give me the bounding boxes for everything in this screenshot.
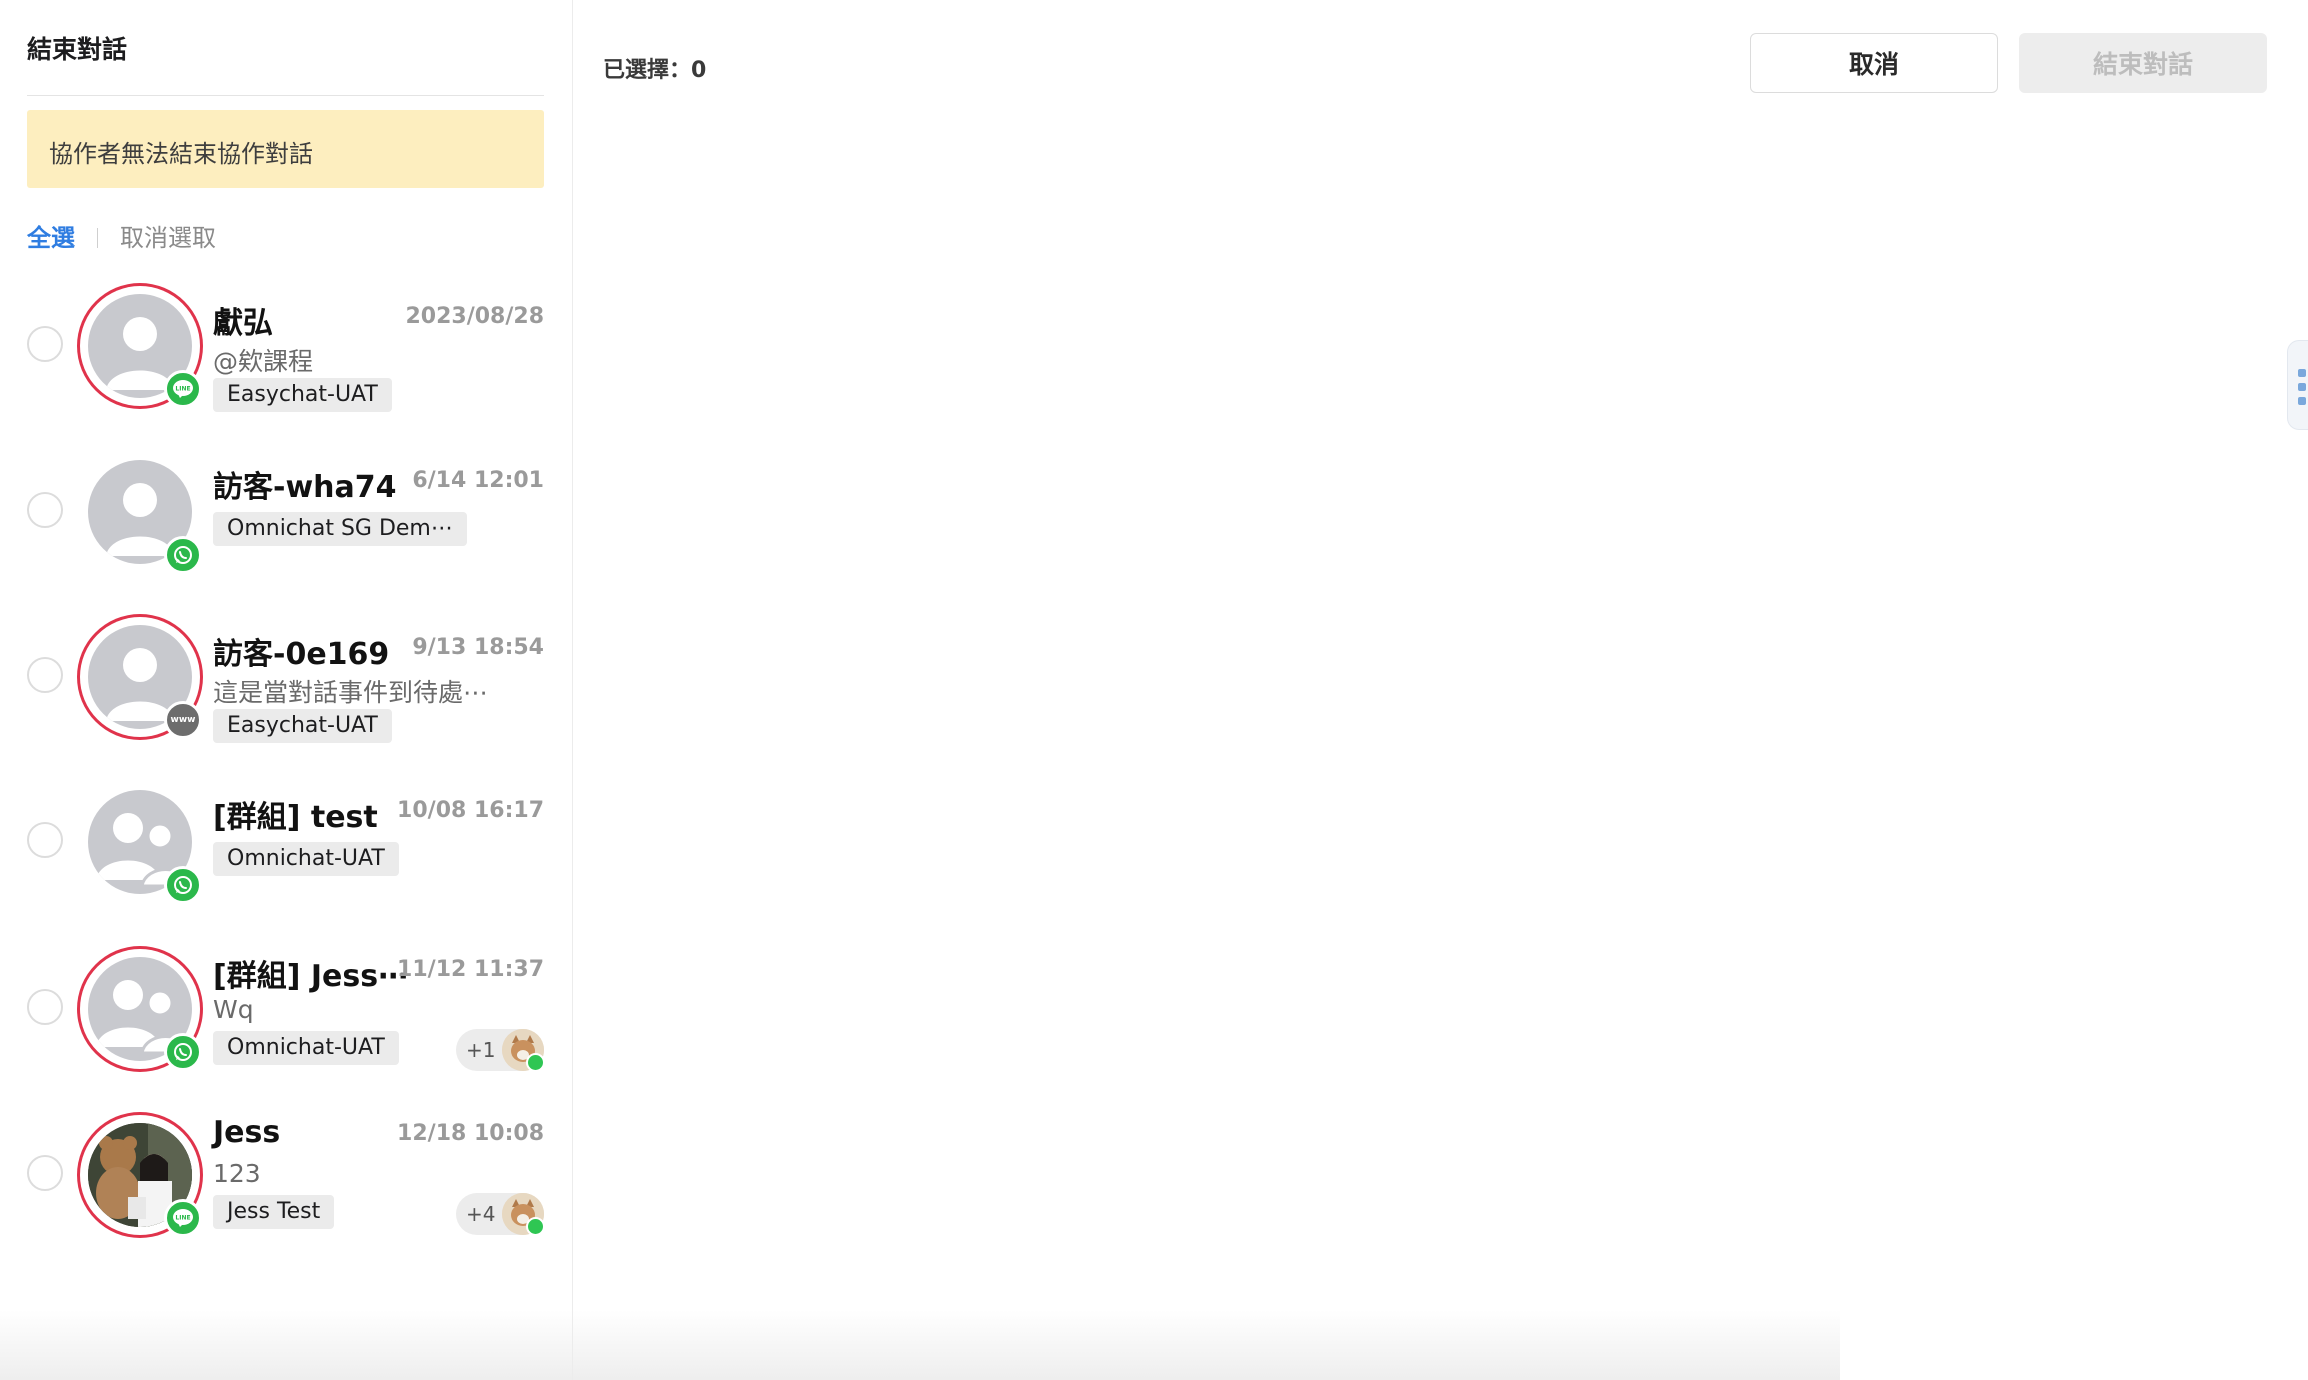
contact-name: 獻弘	[213, 306, 273, 341]
collaborator-count: +1	[466, 1038, 496, 1062]
collaborators-indicator[interactable]: +1	[456, 1029, 545, 1072]
deselect-link[interactable]: 取消選取	[120, 224, 216, 252]
whatsapp-icon	[164, 1033, 202, 1071]
handle-dot	[2298, 383, 2306, 391]
timestamp: 11/12 11:37	[397, 957, 544, 982]
channel-tag: Jess Test	[213, 1195, 335, 1229]
message-preview: 123	[213, 1159, 261, 1188]
line-icon: LINE	[164, 370, 202, 408]
conversation-item[interactable]: www 訪客-0e169 9/13 18:54 這是當對話事件到待處⋯ Easy…	[0, 617, 572, 777]
whatsapp-icon	[164, 536, 202, 574]
contact-name: [群組] test	[213, 800, 378, 835]
conversation-item[interactable]: [群組] Jess⋯ 11/12 11:37 Wq Omnichat-UAT +…	[0, 949, 572, 1109]
channel-tag: Omnichat-UAT	[213, 842, 399, 876]
channel-tag: Easychat-UAT	[213, 709, 392, 743]
avatar	[80, 949, 202, 1071]
timestamp: 9/13 18:54	[412, 635, 544, 660]
cancel-button[interactable]: 取消	[1750, 33, 1998, 93]
svg-text:LINE: LINE	[175, 386, 190, 393]
divider	[27, 95, 544, 96]
timestamp: 2023/08/28	[405, 304, 544, 329]
svg-text:LINE: LINE	[175, 1215, 190, 1222]
contact-name: Jess	[213, 1115, 281, 1150]
select-radio[interactable]	[27, 326, 63, 362]
drawer-handle[interactable]	[2287, 340, 2308, 430]
handle-dot	[2298, 369, 2306, 377]
selection-controls: 全選 取消選取	[27, 218, 216, 253]
www-icon: www	[164, 701, 202, 739]
conversation-item[interactable]: [群組] test 10/08 16:17 Omnichat-UAT	[0, 782, 572, 942]
select-radio[interactable]	[27, 822, 63, 858]
message-preview: @欸課程	[213, 347, 314, 376]
conversation-item[interactable]: LINE Jess 12/18 10:08 123 Jess Test +4	[0, 1115, 572, 1275]
conversation-item[interactable]: 訪客-wha74 6/14 12:01 Omnichat SG Dem⋯	[0, 452, 572, 612]
avatar	[80, 452, 202, 574]
line-icon: LINE	[164, 1199, 202, 1237]
select-radio[interactable]	[27, 492, 63, 528]
select-all-link[interactable]: 全選	[27, 224, 75, 252]
bottom-shadow	[0, 1310, 1840, 1380]
online-indicator	[526, 1053, 545, 1072]
timestamp: 12/18 10:08	[397, 1121, 544, 1146]
panel-title: 結束對話	[27, 35, 128, 64]
timestamp: 6/14 12:01	[412, 468, 544, 493]
channel-tag: Omnichat SG Dem⋯	[213, 512, 467, 546]
separator	[97, 228, 98, 248]
avatar: www	[80, 617, 202, 739]
conversation-sidebar: 結束對話 協作者無法結束協作對話 全選 取消選取 LINE 獻弘 2023/08…	[0, 0, 573, 1380]
message-preview: 這是當對話事件到待處⋯	[213, 678, 489, 707]
select-radio[interactable]	[27, 657, 63, 693]
select-radio[interactable]	[27, 1155, 63, 1191]
contact-name: 訪客-wha74	[213, 470, 397, 505]
avatar	[80, 782, 202, 904]
notice-text: 協作者無法結束協作對話	[49, 140, 313, 168]
whatsapp-icon	[164, 866, 202, 904]
avatar: LINE	[80, 1115, 202, 1237]
collaborator-count: +4	[466, 1202, 496, 1226]
notice-banner: 協作者無法結束協作對話	[27, 110, 544, 188]
collaborators-indicator[interactable]: +4	[456, 1193, 545, 1236]
timestamp: 10/08 16:17	[397, 798, 544, 823]
contact-name: 訪客-0e169	[213, 637, 390, 672]
channel-tag: Easychat-UAT	[213, 378, 392, 412]
avatar: LINE	[80, 286, 202, 408]
end-conversation-button[interactable]: 結束對話	[2019, 33, 2267, 93]
handle-dot	[2298, 397, 2306, 405]
selected-count: 已選擇：0	[603, 58, 707, 83]
message-preview: Wq	[213, 995, 254, 1024]
select-radio[interactable]	[27, 989, 63, 1025]
online-indicator	[526, 1217, 545, 1236]
channel-tag: Omnichat-UAT	[213, 1031, 399, 1065]
conversation-item[interactable]: LINE 獻弘 2023/08/28 @欸課程 Easychat-UAT	[0, 286, 572, 446]
contact-name: [群組] Jess⋯	[213, 959, 409, 994]
